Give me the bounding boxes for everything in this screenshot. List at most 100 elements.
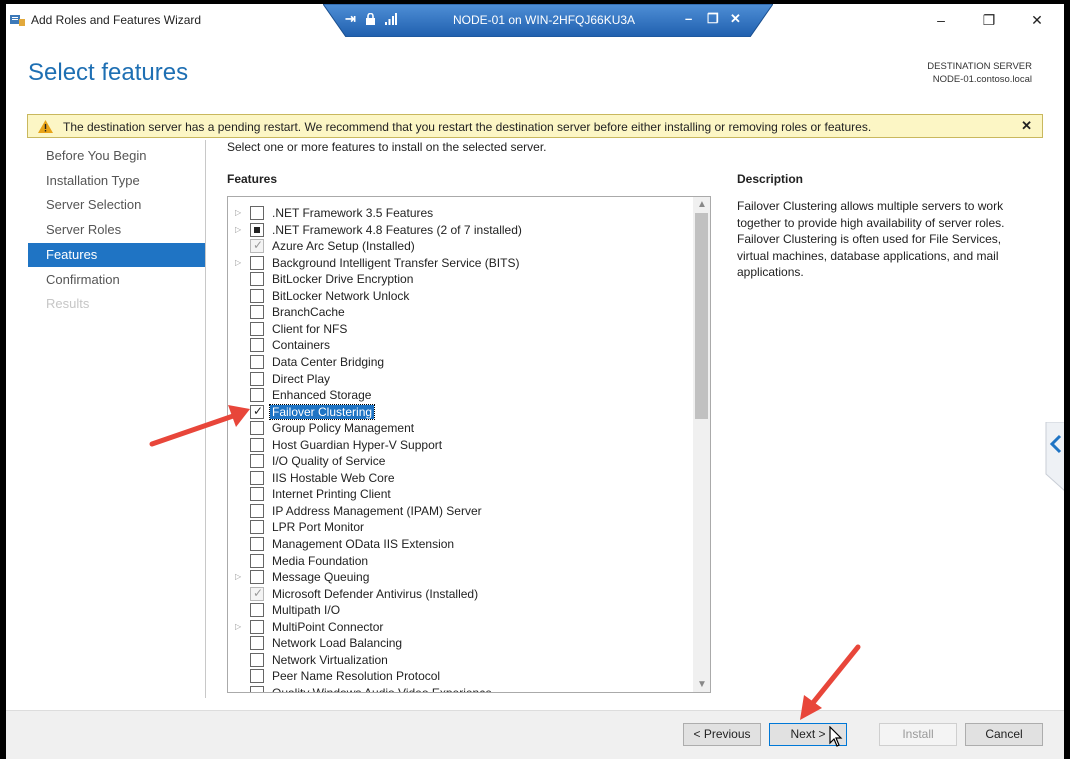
feature-checkbox[interactable] — [250, 371, 264, 386]
nav-item-features[interactable]: Features — [28, 242, 205, 267]
feature-row[interactable]: Containers — [228, 337, 692, 354]
feature-row[interactable]: ✓ Microsoft Defender Antivirus (Installed… — [228, 586, 692, 603]
nav-item-before-you-begin[interactable]: Before You Begin — [28, 144, 205, 168]
warning-icon — [38, 120, 53, 133]
feature-checkbox[interactable] — [250, 553, 264, 568]
nav-item-server-roles[interactable]: Server Roles — [28, 218, 205, 242]
feature-row[interactable]: ▷ Background Intelligent Transfer Service… — [228, 255, 692, 272]
feature-checkbox[interactable] — [250, 454, 264, 469]
feature-checkbox[interactable] — [250, 255, 264, 270]
feature-row[interactable]: ✓ Azure Arc Setup (Installed) — [228, 238, 692, 255]
expand-arrow-icon[interactable]: ▷ — [235, 258, 241, 267]
feature-row[interactable]: ▷ .NET Framework 4.8 Features (2 of 7 ins… — [228, 222, 692, 239]
feature-checkbox[interactable] — [250, 288, 264, 303]
scrollbar-thumb[interactable] — [695, 213, 708, 419]
feature-checkbox[interactable] — [250, 685, 264, 692]
feature-checkbox[interactable] — [250, 206, 264, 220]
feature-row[interactable]: Peer Name Resolution Protocol — [228, 668, 692, 685]
server-manager-icon — [10, 15, 25, 26]
feature-checkbox[interactable] — [250, 652, 264, 667]
side-panel-tab[interactable] — [1036, 422, 1064, 492]
feature-label: Host Guardian Hyper-V Support — [272, 437, 443, 452]
feature-row[interactable]: ✓ Failover Clustering — [228, 403, 692, 421]
remote-restore-icon[interactable]: ❐ — [707, 11, 719, 27]
nav-item-confirmation[interactable]: Confirmation — [28, 268, 205, 292]
feature-checkbox[interactable] — [250, 520, 264, 535]
feature-checkbox[interactable] — [250, 222, 264, 237]
feature-row[interactable]: Media Foundation — [228, 553, 692, 570]
feature-row[interactable]: Network Virtualization — [228, 652, 692, 669]
feature-row[interactable]: Direct Play — [228, 371, 692, 388]
feature-checkbox[interactable] — [250, 321, 264, 336]
feature-label: Network Load Balancing — [272, 636, 403, 651]
scroll-down-icon[interactable]: ▼ — [697, 679, 707, 690]
feature-row[interactable]: BitLocker Drive Encryption — [228, 271, 692, 288]
feature-checkbox[interactable] — [250, 354, 264, 369]
feature-row[interactable]: Client for NFS — [228, 321, 692, 338]
feature-row[interactable]: Enhanced Storage — [228, 387, 692, 404]
feature-label: IIS Hostable Web Core — [272, 470, 395, 485]
expand-arrow-icon[interactable]: ▷ — [235, 572, 241, 581]
feature-checkbox: ✓ — [250, 586, 264, 601]
expand-arrow-icon[interactable]: ▷ — [235, 225, 241, 234]
close-button[interactable]: ✕ — [1014, 6, 1060, 34]
feature-checkbox[interactable] — [250, 636, 264, 651]
lock-icon — [366, 13, 375, 25]
feature-checkbox[interactable] — [250, 272, 264, 287]
feature-checkbox[interactable] — [250, 437, 264, 452]
feature-checkbox[interactable] — [250, 470, 264, 485]
feature-checkbox[interactable] — [250, 537, 264, 551]
feature-row[interactable]: Management OData IIS Extension — [228, 536, 692, 553]
feature-checkbox[interactable] — [250, 487, 264, 502]
feature-row[interactable]: Network Load Balancing — [228, 635, 692, 652]
nav-item-installation-type[interactable]: Installation Type — [28, 169, 205, 193]
feature-checkbox[interactable] — [250, 619, 264, 634]
feature-row[interactable]: ▷ Message Queuing — [228, 569, 692, 586]
warning-close-icon[interactable]: ✕ — [1021, 118, 1032, 134]
install-button[interactable]: Install — [879, 723, 957, 746]
feature-row[interactable]: IIS Hostable Web Core — [228, 470, 692, 487]
feature-row[interactable]: BranchCache — [228, 304, 692, 321]
expand-arrow-icon[interactable]: ▷ — [235, 622, 241, 631]
feature-label: LPR Port Monitor — [272, 520, 365, 535]
maximize-button[interactable]: ❐ — [966, 6, 1012, 34]
scroll-up-icon[interactable]: ▲ — [697, 199, 707, 210]
pin-icon[interactable]: ⇥ — [345, 11, 356, 27]
feature-checkbox[interactable] — [250, 388, 264, 403]
feature-row[interactable]: Internet Printing Client — [228, 486, 692, 503]
destination-label: DESTINATION SERVER — [927, 61, 1032, 72]
feature-checkbox[interactable] — [250, 305, 264, 320]
feature-row[interactable]: Multipath I/O — [228, 602, 692, 619]
features-scrollbar[interactable]: ▲ ▼ — [693, 197, 710, 692]
nav-item-server-selection[interactable]: Server Selection — [28, 193, 205, 217]
feature-row[interactable]: IP Address Management (IPAM) Server — [228, 503, 692, 520]
feature-row[interactable]: Host Guardian Hyper-V Support — [228, 437, 692, 454]
previous-button[interactable]: < Previous — [683, 723, 761, 746]
feature-checkbox[interactable] — [250, 503, 264, 518]
feature-checkbox[interactable] — [250, 570, 264, 585]
feature-checkbox[interactable] — [250, 669, 264, 684]
feature-row[interactable]: BitLocker Network Unlock — [228, 288, 692, 305]
minimize-button[interactable]: – — [918, 6, 964, 34]
feature-row[interactable]: Group Policy Management — [228, 420, 692, 437]
feature-row[interactable]: Quality Windows Audio Video Experience — [228, 685, 692, 692]
feature-checkbox[interactable] — [250, 421, 264, 436]
feature-checkbox[interactable] — [250, 603, 264, 618]
cancel-button[interactable]: Cancel — [965, 723, 1043, 746]
feature-label: Group Policy Management — [272, 421, 415, 436]
feature-label: Internet Printing Client — [272, 487, 391, 502]
feature-checkbox[interactable] — [250, 338, 264, 353]
remote-close-icon[interactable]: ✕ — [730, 11, 741, 27]
remote-minimize-icon[interactable]: – — [685, 11, 692, 26]
feature-row[interactable]: Data Center Bridging — [228, 354, 692, 371]
feature-row[interactable]: ▷ MultiPoint Connector — [228, 619, 692, 636]
maximize-icon: ❐ — [982, 11, 996, 28]
feature-checkbox[interactable]: ✓ — [250, 404, 264, 419]
feature-row[interactable]: I/O Quality of Service — [228, 453, 692, 470]
minimize-icon: – — [937, 12, 945, 28]
next-button[interactable]: Next > — [769, 723, 847, 746]
expand-arrow-icon[interactable]: ▷ — [235, 208, 241, 217]
features-list[interactable]: ▷ .NET Framework 3.5 Features ▷ .NET Framew… — [227, 196, 711, 693]
feature-row[interactable]: ▷ .NET Framework 3.5 Features — [228, 205, 692, 222]
feature-row[interactable]: LPR Port Monitor — [228, 519, 692, 536]
